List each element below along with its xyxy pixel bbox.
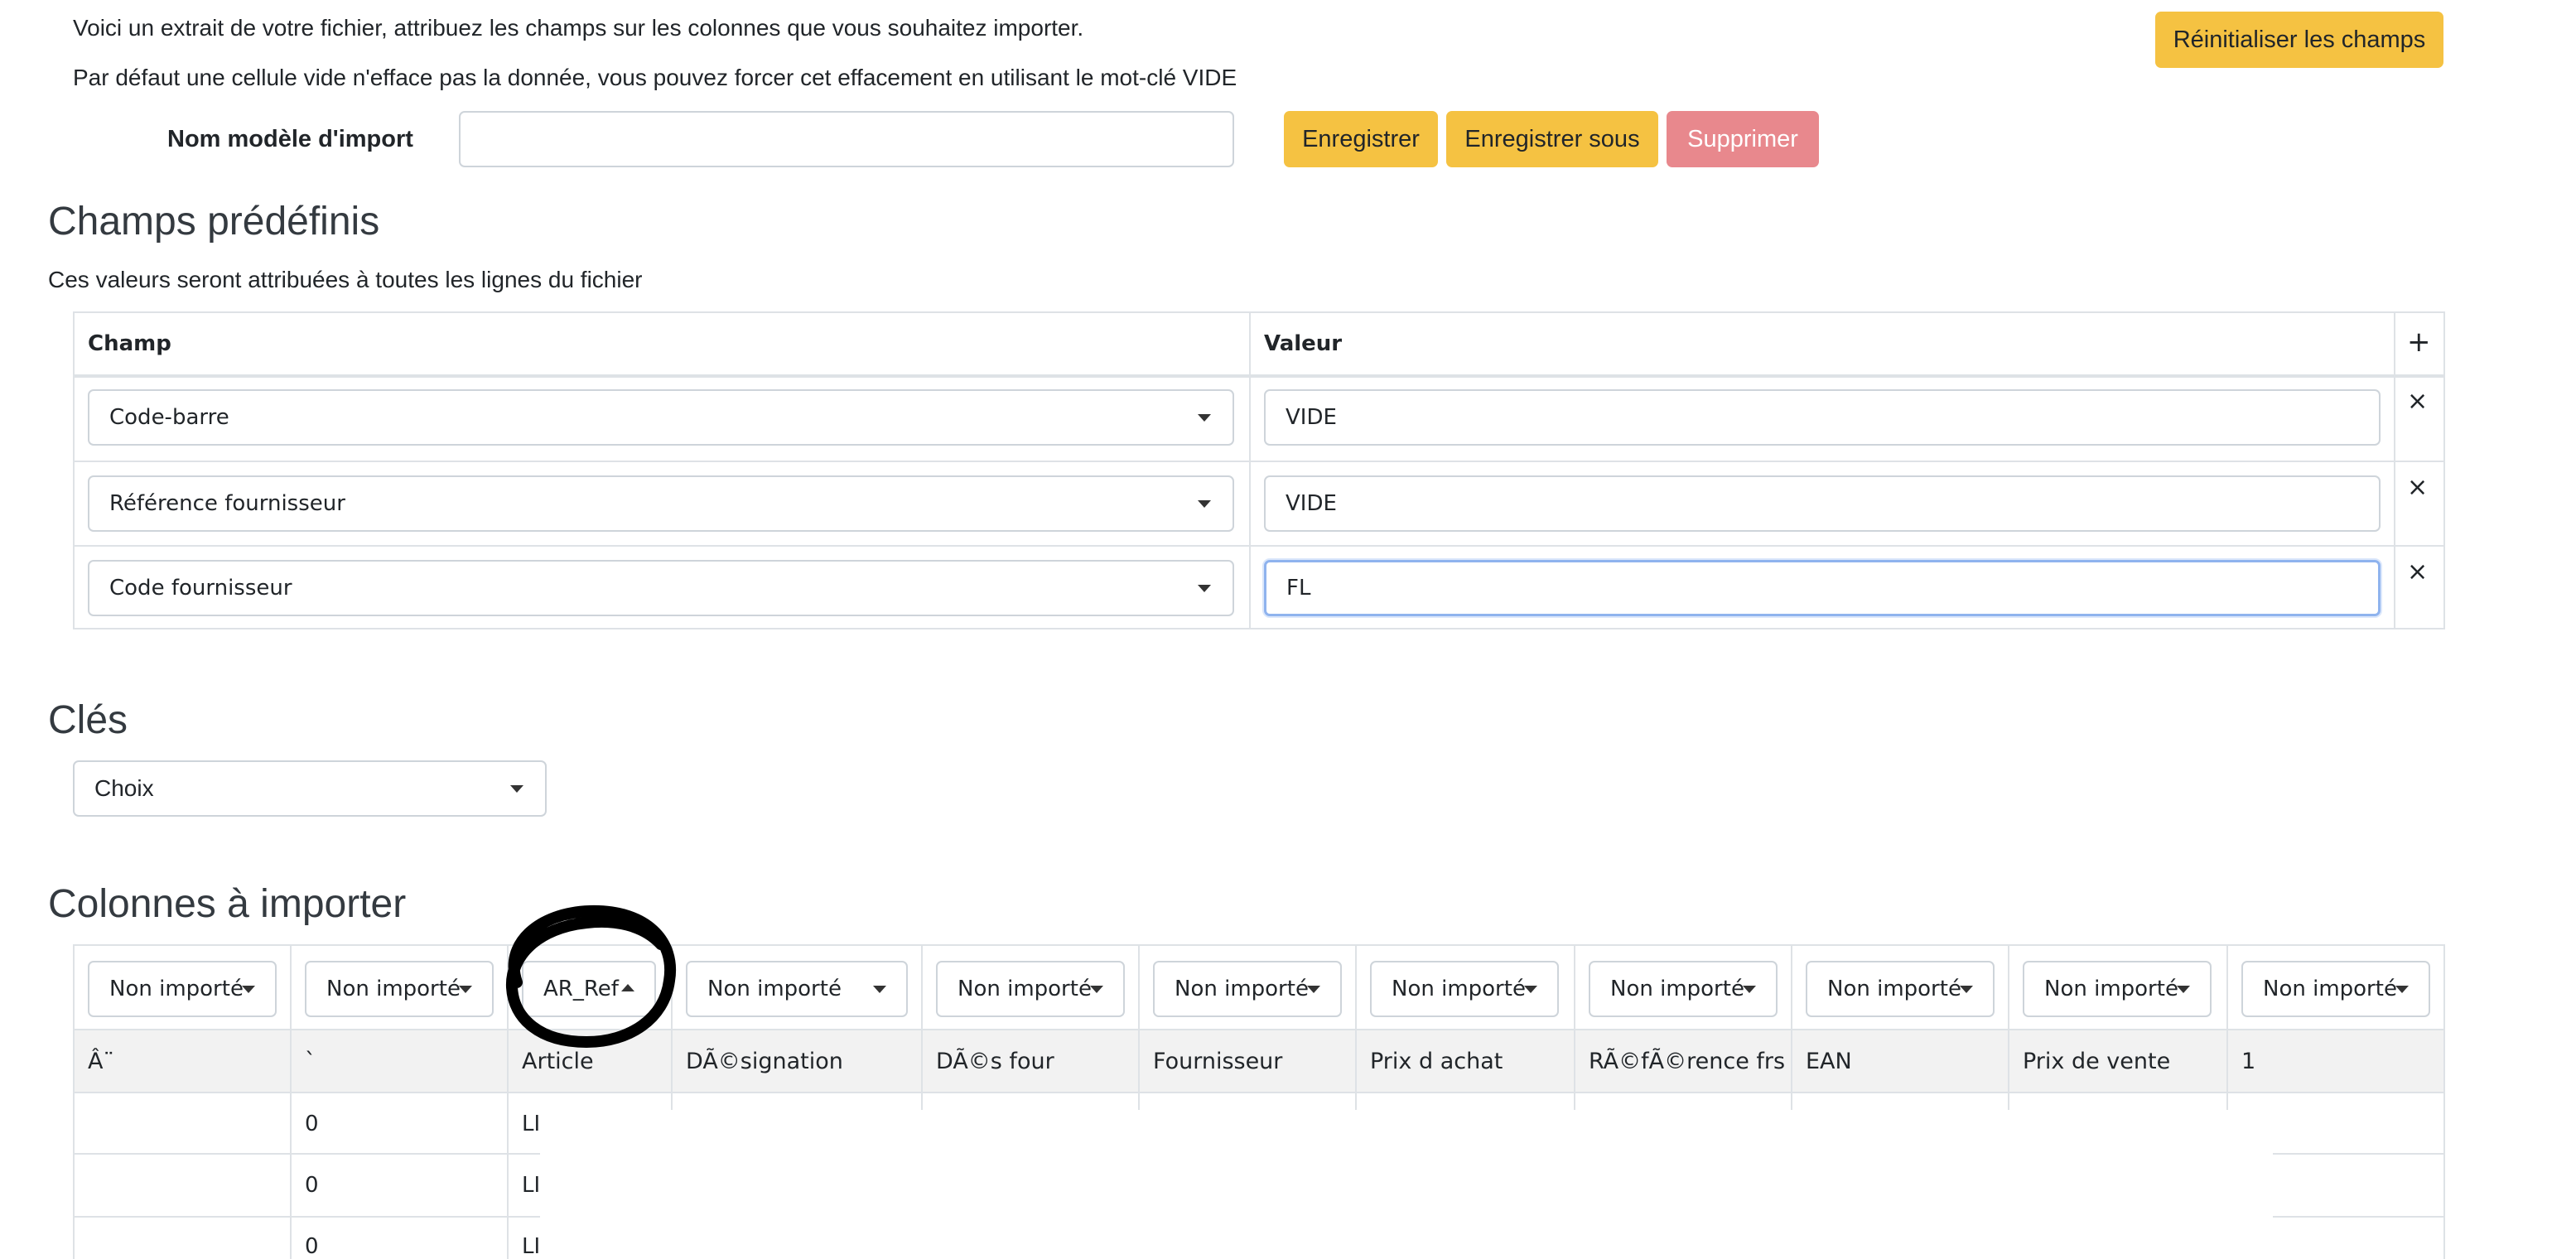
column-select-11[interactable]: Non importé	[2241, 961, 2430, 1017]
select-value: Non importé	[2263, 977, 2397, 1001]
column-header: Â¨	[88, 1049, 114, 1074]
keys-select[interactable]: Choix	[73, 760, 547, 817]
predefined-field-select[interactable]: Code-barre	[88, 389, 1234, 446]
column-header: RÃ©fÃ©rence frs	[1589, 1049, 1786, 1074]
delete-button[interactable]: Supprimer	[1667, 111, 1819, 167]
divider	[73, 545, 2445, 547]
template-name-input[interactable]	[459, 111, 1234, 167]
redaction-overlay	[540, 1110, 2273, 1259]
divider	[73, 461, 2445, 462]
predefined-field-select[interactable]: Référence fournisseur	[88, 475, 1234, 532]
select-value: Code fournisseur	[109, 576, 292, 601]
save-button[interactable]: Enregistrer	[1284, 111, 1438, 167]
select-value: Non importé	[1392, 977, 1526, 1001]
select-value: Non importé	[958, 977, 1092, 1001]
caret-down-icon	[1198, 414, 1211, 422]
table-cell: LI	[522, 1234, 541, 1259]
divider	[290, 944, 292, 1259]
column-select-5[interactable]: Non importé	[936, 961, 1125, 1017]
remove-row-icon[interactable]: ×	[2407, 475, 2428, 500]
caret-down-icon	[1307, 986, 1320, 993]
column-select-7[interactable]: Non importé	[1370, 961, 1559, 1017]
caret-down-icon	[242, 986, 255, 993]
predefined-title: Champs prédéfinis	[48, 200, 380, 244]
keys-title: Clés	[48, 698, 128, 742]
select-value: Non importé	[109, 977, 244, 1001]
caret-down-icon	[1198, 585, 1211, 592]
table-cell: LI	[522, 1173, 541, 1198]
caret-down-icon	[459, 986, 472, 993]
caret-down-icon	[1524, 986, 1537, 993]
predefined-value-input[interactable]	[1264, 560, 2381, 616]
header-valeur: Valeur	[1264, 331, 1343, 356]
table-cell: 0	[305, 1234, 319, 1259]
caret-down-icon	[2177, 986, 2190, 993]
select-value: Référence fournisseur	[109, 491, 345, 516]
remove-row-icon[interactable]: ×	[2407, 389, 2428, 414]
select-value: Non importé	[1175, 977, 1309, 1001]
divider	[73, 374, 2445, 378]
select-value: Non importé	[1827, 977, 1961, 1001]
intro-line-1: Voici un extrait de votre fichier, attri…	[73, 15, 1084, 41]
column-header: Prix de vente	[2023, 1049, 2171, 1074]
select-value: Non importé	[707, 977, 842, 1001]
annotation-circle-icon	[505, 904, 677, 1048]
select-value: Non importé	[326, 977, 461, 1001]
column-header: Prix d achat	[1370, 1049, 1503, 1074]
column-header: EAN	[1806, 1049, 1852, 1074]
caret-down-icon	[1960, 986, 1973, 993]
predefined-field-select[interactable]: Code fournisseur	[88, 560, 1234, 616]
template-name-label: Nom modèle d'import	[167, 126, 413, 152]
divider	[1249, 311, 1251, 630]
remove-row-icon[interactable]: ×	[2407, 560, 2428, 585]
table-cell: LI	[522, 1112, 541, 1136]
columns-title: Colonnes à importer	[48, 882, 407, 926]
caret-down-icon	[1090, 986, 1103, 993]
save-as-button[interactable]: Enregistrer sous	[1446, 111, 1658, 167]
table-cell: 0	[305, 1112, 319, 1136]
caret-down-icon	[510, 785, 523, 793]
column-header: DÃ©signation	[686, 1049, 843, 1074]
column-header: DÃ©s four	[936, 1049, 1054, 1074]
column-header: `	[305, 1049, 316, 1074]
caret-down-icon	[2395, 986, 2409, 993]
header-champ: Champ	[88, 331, 171, 356]
table-cell: 0	[305, 1173, 319, 1198]
column-select-1[interactable]: Non importé	[88, 961, 277, 1017]
caret-down-icon	[1198, 500, 1211, 508]
select-value: Code-barre	[109, 405, 229, 430]
add-row-icon[interactable]: +	[2407, 328, 2431, 356]
caret-down-icon	[873, 986, 886, 993]
column-select-8[interactable]: Non importé	[1589, 961, 1778, 1017]
column-select-2[interactable]: Non importé	[305, 961, 494, 1017]
column-select-6[interactable]: Non importé	[1153, 961, 1342, 1017]
caret-down-icon	[1743, 986, 1756, 993]
reset-fields-button[interactable]: Réinitialiser les champs	[2155, 12, 2443, 68]
column-select-10[interactable]: Non importé	[2023, 961, 2212, 1017]
predefined-subtitle: Ces valeurs seront attribuées à toutes l…	[48, 267, 643, 292]
predefined-value-input[interactable]	[1264, 475, 2381, 532]
divider	[2394, 311, 2395, 630]
predefined-value-input[interactable]	[1264, 389, 2381, 446]
divider	[73, 1092, 2445, 1093]
select-value: Non importé	[2044, 977, 2178, 1001]
column-header: 1	[2241, 1049, 2256, 1074]
column-select-9[interactable]: Non importé	[1806, 961, 1995, 1017]
select-value: Choix	[94, 775, 154, 801]
select-value: Non importé	[1610, 977, 1744, 1001]
divider	[73, 1029, 2445, 1030]
column-select-4[interactable]: Non importé	[686, 961, 908, 1017]
column-header: Fournisseur	[1153, 1049, 1283, 1074]
intro-line-2: Par défaut une cellule vide n'efface pas…	[73, 65, 1237, 90]
